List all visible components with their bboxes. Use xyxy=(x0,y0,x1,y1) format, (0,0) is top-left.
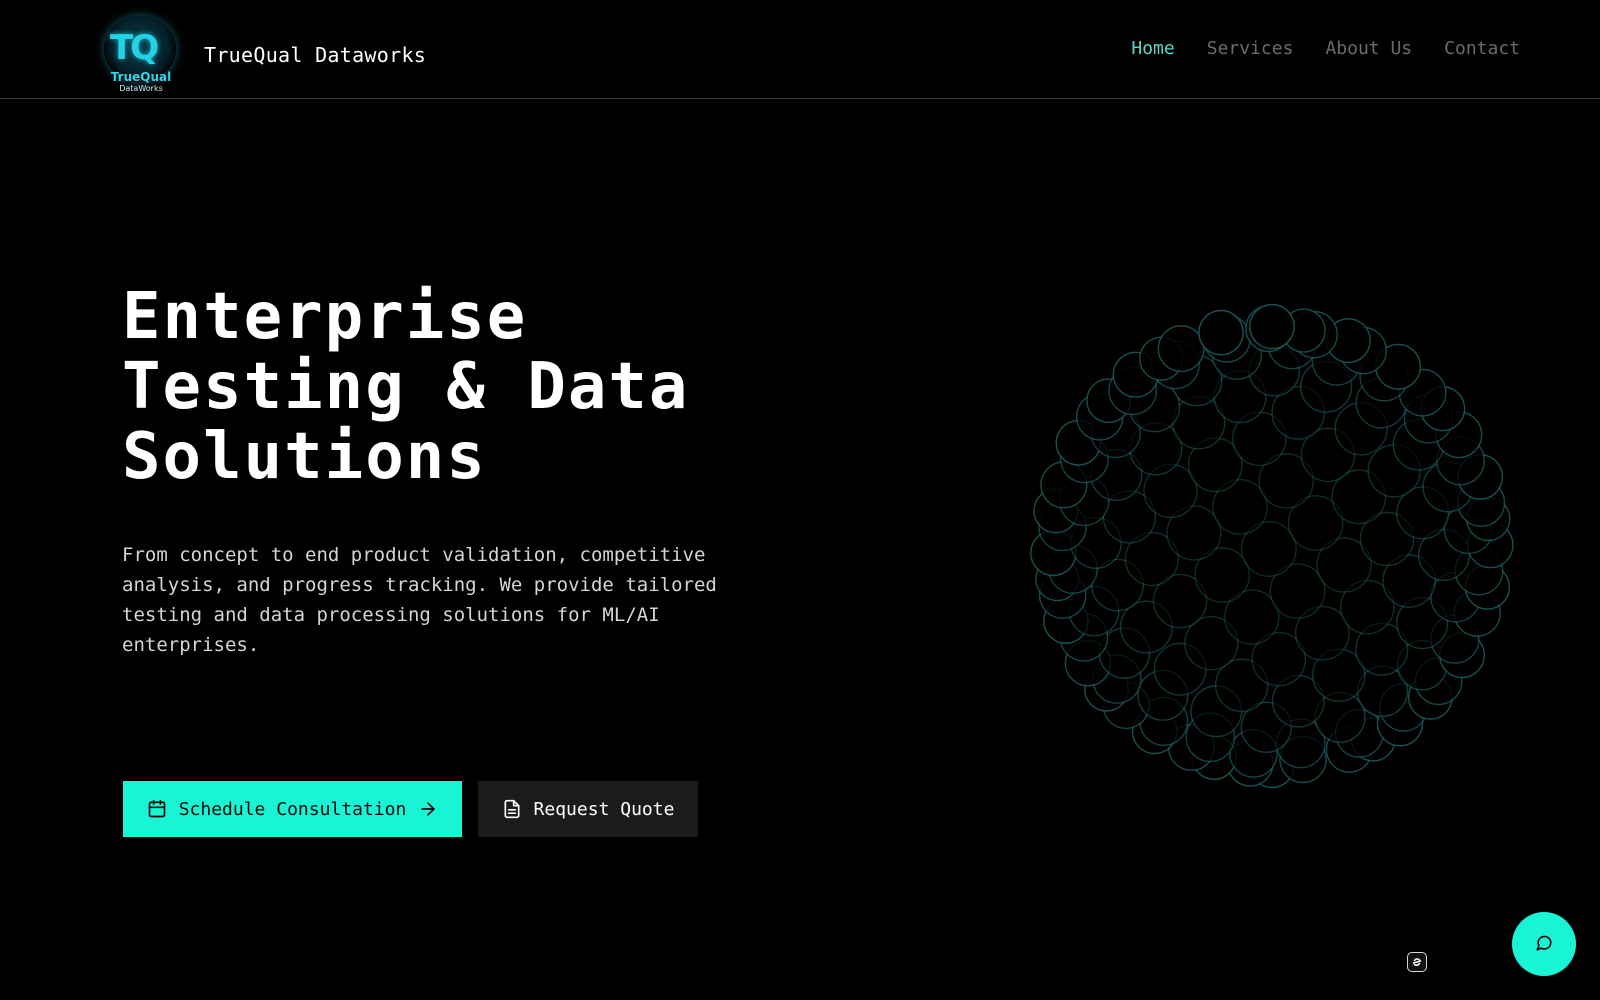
main-nav: Home Services About Us Contact xyxy=(1131,38,1520,59)
hero-title-line-1: Enterprise xyxy=(122,280,528,354)
brand-name: TrueQual Dataworks xyxy=(204,43,427,67)
logo-text-secondary: DataWorks xyxy=(119,84,163,93)
hero-title: Enterprise Testing & Data Solutions xyxy=(122,282,822,492)
request-quote-button[interactable]: Request Quote xyxy=(478,781,698,837)
schedule-consultation-button[interactable]: Schedule Consultation xyxy=(123,781,462,837)
hero-description: From concept to end product validation, … xyxy=(122,544,717,656)
schedule-consultation-label: Schedule Consultation xyxy=(178,798,407,820)
sphere-cell xyxy=(1198,309,1244,356)
hero-title-line-2: Testing & Data xyxy=(122,350,690,424)
request-quote-label: Request Quote xyxy=(533,798,675,820)
nav-home[interactable]: Home xyxy=(1131,38,1174,59)
document-icon xyxy=(502,799,522,819)
hero-title-line-3: Solutions xyxy=(122,420,487,494)
brand[interactable]: TQ TrueQual DataWorks TrueQual Dataworks xyxy=(96,12,426,98)
chat-bubble-icon xyxy=(1535,934,1553,955)
nav-about-us[interactable]: About Us xyxy=(1325,38,1412,59)
calendar-icon xyxy=(147,799,167,819)
chat-button[interactable] xyxy=(1512,912,1576,976)
site-header: TQ TrueQual DataWorks TrueQual Dataworks… xyxy=(0,0,1600,99)
nav-services[interactable]: Services xyxy=(1207,38,1294,59)
logo-mark: TQ xyxy=(110,28,159,68)
logo-text-primary: TrueQual xyxy=(110,70,172,84)
sphere-cell xyxy=(1249,303,1295,350)
logo: TQ TrueQual DataWorks xyxy=(96,12,186,98)
sphere-cell xyxy=(1157,325,1205,373)
nav-contact[interactable]: Contact xyxy=(1444,38,1520,59)
sphere-graphic xyxy=(1030,303,1514,789)
link-badge-icon[interactable] xyxy=(1407,952,1427,972)
arrow-right-icon xyxy=(418,799,438,819)
